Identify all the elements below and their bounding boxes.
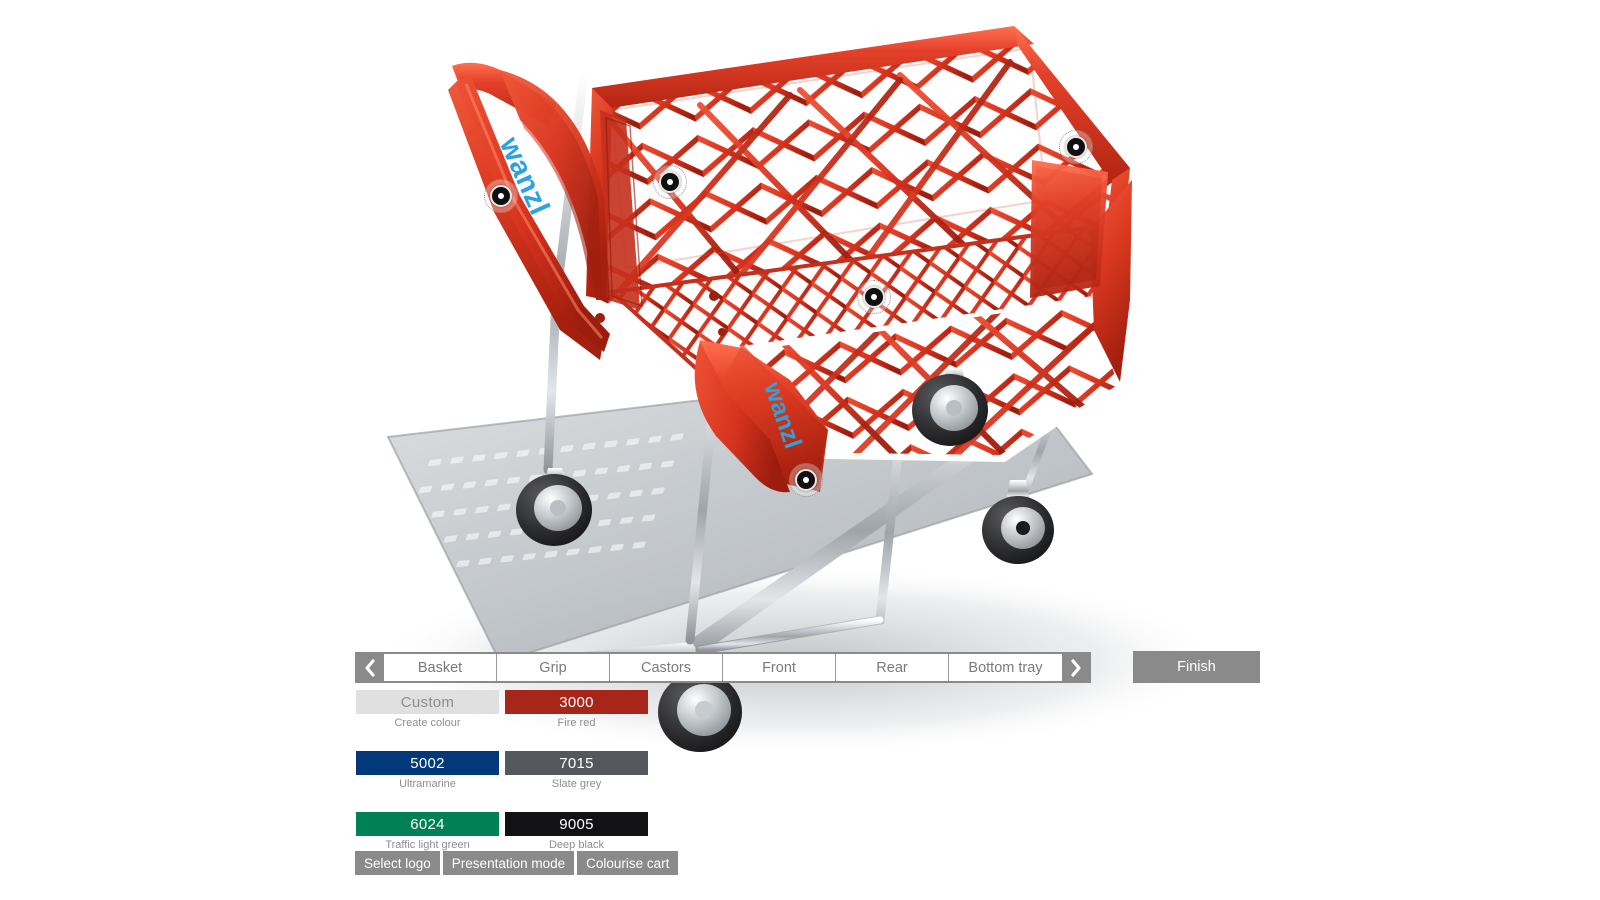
tab-grip[interactable]: Grip [497,654,610,681]
presentation-mode-button[interactable]: Presentation mode [442,851,575,875]
trolley-render: wanzl wanzl [370,26,1230,755]
swatch-chip-3000[interactable]: 3000 [505,690,648,714]
tab-front[interactable]: Front [723,654,836,681]
swatch-3000: 3000 Fire red [505,690,648,730]
hotspot-pip-icon [871,294,877,300]
product-viewport[interactable]: wanzl wanzl [0,0,1600,900]
swatch-row: 6024 Traffic light green 9005 Deep black [356,812,656,852]
hotspot-grip[interactable] [484,179,518,213]
tab-rear[interactable]: Rear [836,654,949,681]
colourise-cart-button[interactable]: Colourise cart [577,851,679,875]
chevron-right-icon [1071,658,1081,677]
hotspot-front[interactable] [857,280,891,314]
hotspot-basket-right[interactable] [1059,130,1093,164]
select-logo-button[interactable]: Select logo [355,851,440,875]
tab-basket[interactable]: Basket [384,654,497,681]
action-button-bar: Select logo Presentation mode Colourise … [355,851,679,875]
configurator-screen: wanzl wanzl Basket Grip Castors Front Re… [0,0,1600,900]
swatch-chip-6024[interactable]: 6024 [356,812,499,836]
finish-button[interactable]: Finish [1133,651,1260,683]
swatch-9005: 9005 Deep black [505,812,648,852]
swatch-row: 5002 Ultramarine 7015 Slate grey [356,751,656,791]
swatch-label-5002: Ultramarine [399,778,456,790]
colour-swatch-grid: Custom Create colour 3000 Fire red 5002 … [356,690,656,873]
part-tabs: Basket Grip Castors Front Rear Bottom tr… [384,652,1062,683]
chevron-left-icon [365,658,375,677]
tab-castors[interactable]: Castors [610,654,723,681]
previous-part-button[interactable] [355,652,384,683]
hotspot-basket-left[interactable] [653,165,687,199]
swatch-chip-9005[interactable]: 9005 [505,812,648,836]
swatch-6024: 6024 Traffic light green [356,812,499,852]
castor-front-lower [658,672,742,752]
hotspot-pip-icon [1073,144,1079,150]
swatch-label-3000: Fire red [557,717,596,729]
hotspot-pip-icon [498,193,504,199]
hotspot-pip-icon [667,179,673,185]
swatch-5002: 5002 Ultramarine [356,751,499,791]
tab-bottom-tray[interactable]: Bottom tray [949,654,1062,681]
swatch-chip-custom[interactable]: Custom [356,690,499,714]
swatch-row: Custom Create colour 3000 Fire red [356,690,656,730]
swatch-label-custom: Create colour [394,717,461,729]
swatch-custom: Custom Create colour [356,690,499,730]
hotspot-bottom-tray[interactable] [789,463,823,497]
swatch-7015: 7015 Slate grey [505,751,648,791]
swatch-chip-7015[interactable]: 7015 [505,751,648,775]
swatch-chip-5002[interactable]: 5002 [356,751,499,775]
part-selector-bar: Basket Grip Castors Front Rear Bottom tr… [355,652,1091,683]
hotspot-pip-icon [803,477,809,483]
next-part-button[interactable] [1062,652,1091,683]
swatch-label-7015: Slate grey [551,778,602,790]
